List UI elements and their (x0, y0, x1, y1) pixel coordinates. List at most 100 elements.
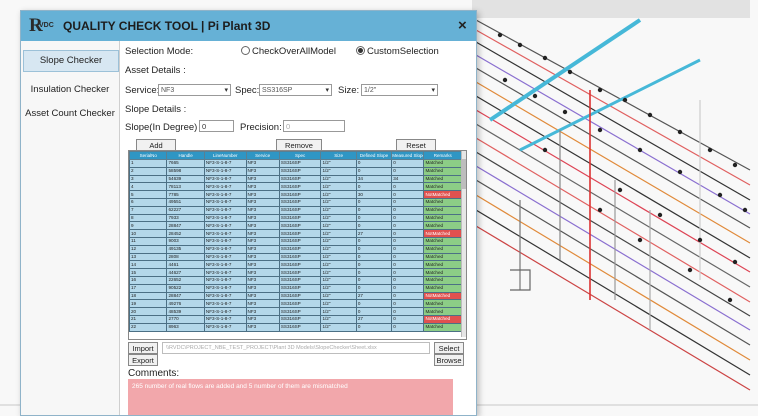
table-cell: NF3-S-1-8-7 (203, 159, 247, 168)
table-cell: Matched (423, 299, 462, 309)
table-cell: NF3-S-1-8-7 (203, 182, 247, 192)
table-row[interactable]: 11 9003 NF3-S-1-8-7 NF3 SS316SP 1/2" 0 0 Matched (129, 236, 462, 246)
table-cell: 0 (355, 205, 393, 215)
radio-check-overall-model[interactable]: CheckOverAllModel (241, 46, 336, 57)
table-cell: 0 (391, 291, 425, 301)
table-cell: 16 (129, 275, 168, 285)
table-cell: Matched (423, 260, 462, 270)
spec-select[interactable]: SS316SP ▾ (259, 84, 332, 96)
table-cell: 62227 (166, 205, 205, 215)
results-grid[interactable]: SerialNo Handle LineNumber Service Spec Size D… (128, 150, 467, 340)
table-row[interactable]: 5 7785 NF3-S-1-8-7 NF3 SS316SP 1/2" 30 0 NotMatc… (129, 190, 462, 199)
table-row[interactable]: 22 8963 NF3-S-1-8-7 NF3 SS316SP 1/2" 0 0 Matched (129, 322, 462, 332)
precision-input[interactable]: 0 (283, 120, 345, 132)
import-button[interactable]: Import (128, 342, 158, 354)
table-row[interactable]: 8 7933 NF3-S-1-8-7 NF3 SS316SP 1/2" 0 0 Matched (129, 213, 462, 223)
column-header[interactable]: Size (320, 151, 357, 160)
table-cell: SS316SP (278, 283, 322, 293)
table-cell: NF3-S-1-8-7 (203, 174, 247, 184)
file-path-input[interactable]: \\RVDC\PROJECT_NBE_TEST_PROJECT\Plant 3D… (162, 342, 430, 354)
table-row[interactable]: 12 49135 NF3-S-1-8-7 NF3 SS316SP 1/2" 0 0 Matche… (129, 244, 462, 254)
table-row[interactable]: 17 90522 NF3-S-1-8-7 NF3 SS316SP 1/2" 0 0 Matche… (129, 283, 462, 293)
sidebar-item-slope-checker[interactable]: Slope Checker (23, 50, 119, 72)
table-cell: NF3 (245, 314, 280, 324)
table-cell: 0 (355, 299, 393, 309)
column-header[interactable]: Service (245, 151, 280, 160)
table-cell: SS316SP (278, 190, 322, 199)
column-header[interactable]: LineNumber (203, 151, 247, 160)
table-row[interactable]: 20 48539 NF3-S-1-8-7 NF3 SS316SP 1/2" 0 0 Matche… (129, 307, 462, 316)
table-cell: 2 (129, 166, 168, 176)
table-cell: 1/2" (320, 213, 357, 223)
close-icon[interactable]: × (458, 17, 467, 34)
export-button[interactable]: Export (128, 354, 158, 366)
table-row[interactable]: 15 44627 NF3-S-1-8-7 NF3 SS316SP 1/2" 0 0 Matche… (129, 268, 462, 277)
browse-button[interactable]: Browse (434, 354, 464, 366)
sidebar-item-asset-count-checker[interactable]: Asset Count Checker (23, 104, 117, 124)
table-cell: NF3 (245, 205, 280, 215)
scrollbar-thumb[interactable] (462, 159, 466, 189)
sidebar-item-insulation-checker[interactable]: Insulation Checker (23, 80, 117, 100)
service-select[interactable]: NF3 ▾ (158, 84, 231, 96)
table-cell: 0 (391, 229, 425, 238)
table-cell: 14 (129, 260, 168, 270)
table-cell: NF3-S-1-8-7 (203, 260, 247, 270)
table-cell: NF3-S-1-8-7 (203, 252, 247, 262)
column-header[interactable]: Remarks (423, 151, 462, 160)
table-cell: 1/2" (320, 159, 357, 168)
table-row[interactable]: 9 28847 NF3-S-1-8-7 NF3 SS316SP 1/2" 0 0 Matched (129, 221, 462, 231)
table-cell: NF3-S-1-8-7 (203, 213, 247, 223)
select-button[interactable]: Select (434, 342, 464, 354)
table-cell: Matched (423, 252, 462, 262)
radio-custom-selection[interactable]: CustomSelection (356, 46, 439, 57)
column-header[interactable]: Handle (166, 151, 205, 160)
table-row[interactable]: 3 54639 NF3-S-1-8-7 NF3 SS316SP 1/2" 34 34 Match… (129, 174, 462, 184)
table-row[interactable]: 2 58598 NF3-S-1-8-7 NF3 SS316SP 1/2" 0 0 Matched (129, 166, 462, 176)
table-cell: Matched (423, 213, 462, 223)
table-cell: 0 (391, 268, 425, 277)
table-cell: NF3-S-1-8-7 (203, 283, 247, 293)
table-cell: 1/2" (320, 307, 357, 316)
size-select[interactable]: 1/2" ▾ (361, 84, 438, 96)
table-cell: 0 (355, 221, 393, 231)
table-cell: SS316SP (278, 307, 322, 316)
table-cell: 78113 (166, 182, 205, 192)
table-cell: 8963 (166, 322, 205, 332)
table-row[interactable]: 19 49276 NF3-S-1-8-7 NF3 SS316SP 1/2" 0 0 Matche… (129, 299, 462, 309)
table-cell: SS316SP (278, 252, 322, 262)
table-row[interactable]: 14 4461 NF3-S-1-8-7 NF3 SS316SP 1/2" 0 0 Matched (129, 260, 462, 270)
table-row[interactable]: 4 78113 NF3-S-1-8-7 NF3 SS316SP 1/2" 0 0 Matched (129, 182, 462, 192)
table-cell: 0 (355, 182, 393, 192)
table-row[interactable]: 21 2770 NF3-S-1-8-7 NF3 SS316SP 1/2" 27 0 NotMat… (129, 314, 462, 324)
table-row[interactable]: 10 28452 NF3-S-1-8-7 NF3 SS316SP 1/2" 27 0 NotMa… (129, 229, 462, 238)
table-cell: 0 (391, 166, 425, 176)
table-row[interactable]: 18 28847 NF3-S-1-8-7 NF3 SS316SP 1/2" 27 0 NotMa… (129, 291, 462, 301)
column-header[interactable]: SerialNo (129, 151, 168, 160)
comments-box[interactable]: 265 number of real flows are added and 5… (128, 379, 453, 415)
table-cell: 28847 (166, 221, 205, 231)
table-cell: SS316SP (278, 205, 322, 215)
column-header[interactable]: Defined Slope (355, 151, 393, 160)
title-bar[interactable]: R VDC QUALITY CHECK TOOL | Pi Plant 3D × (21, 11, 476, 41)
table-cell: 0 (355, 275, 393, 285)
grid-scrollbar[interactable] (461, 151, 466, 337)
table-cell: 44627 (166, 268, 205, 277)
table-row[interactable]: 6 49551 NF3-S-1-8-7 NF3 SS316SP 1/2" 0 0 Matched (129, 197, 462, 207)
table-row[interactable]: 16 22652 NF3-S-1-8-7 NF3 SS316SP 1/2" 0 0 Matche… (129, 275, 462, 285)
table-row[interactable]: 1 7665 NF3-S-1-8-7 NF3 SS316SP 1/2" 0 0 Matched (129, 159, 462, 168)
column-header[interactable]: Spec (278, 151, 322, 160)
table-cell: 0 (391, 244, 425, 254)
app-logo-sub: VDC (39, 22, 54, 29)
radio-icon (241, 46, 250, 55)
table-cell: NF3-S-1-8-7 (203, 236, 247, 246)
slope-details-label: Slope Details : (125, 104, 187, 115)
table-cell: 7785 (166, 190, 205, 199)
table-cell: SS316SP (278, 166, 322, 176)
table-cell: 27 (355, 291, 393, 301)
table-row[interactable]: 7 62227 NF3-S-1-8-7 NF3 SS316SP 1/2" 0 0 Matched (129, 205, 462, 215)
table-row[interactable]: 13 2808 NF3-S-1-8-7 NF3 SS316SP 1/2" 0 0 Matched (129, 252, 462, 262)
table-cell: 0 (355, 268, 393, 277)
slope-degree-input[interactable]: 0 (199, 120, 234, 132)
column-header[interactable]: Measured Slope (391, 151, 425, 160)
table-cell: 49551 (166, 197, 205, 207)
